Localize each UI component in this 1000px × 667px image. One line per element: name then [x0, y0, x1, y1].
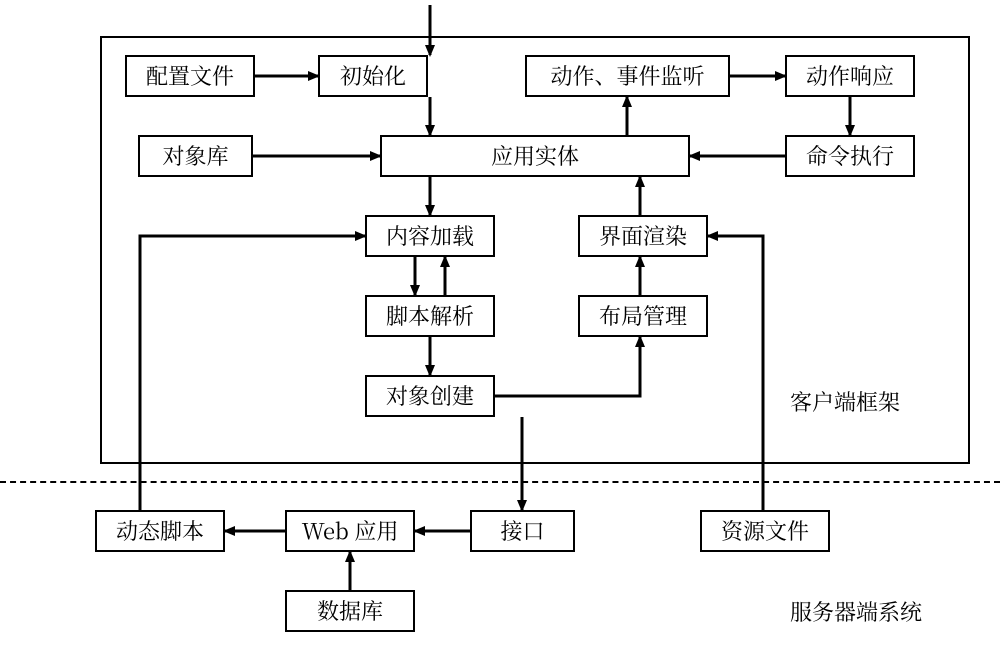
box-app-entity: 应用实体: [380, 135, 690, 177]
box-dyn-script: 动态脚本: [95, 510, 225, 552]
box-res-file: 资源文件: [700, 510, 830, 552]
box-action-listen: 动作、事件监听: [525, 55, 730, 97]
box-cmd-exec: 命令执行: [785, 135, 915, 177]
label-client-frame: 客户端框架: [790, 390, 900, 414]
diagram-root: 配置文件 初始化 动作、事件监听 动作响应 对象库 应用实体 命令执行 内容加载…: [0, 0, 1000, 667]
box-interface: 接口: [470, 510, 575, 552]
box-config-file: 配置文件: [125, 55, 255, 97]
box-web-app: Web 应用: [285, 510, 415, 552]
box-init: 初始化: [318, 55, 428, 97]
box-layout-mgmt: 布局管理: [578, 295, 708, 337]
box-database: 数据库: [285, 590, 415, 632]
box-object-lib: 对象库: [138, 135, 253, 177]
box-obj-create: 对象创建: [365, 375, 495, 417]
separator-line: [0, 481, 1000, 483]
box-action-response: 动作响应: [785, 55, 915, 97]
box-ui-render: 界面渲染: [578, 215, 708, 257]
box-script-parse: 脚本解析: [365, 295, 495, 337]
label-server-system: 服务器端系统: [790, 600, 922, 624]
box-content-load: 内容加载: [365, 215, 495, 257]
